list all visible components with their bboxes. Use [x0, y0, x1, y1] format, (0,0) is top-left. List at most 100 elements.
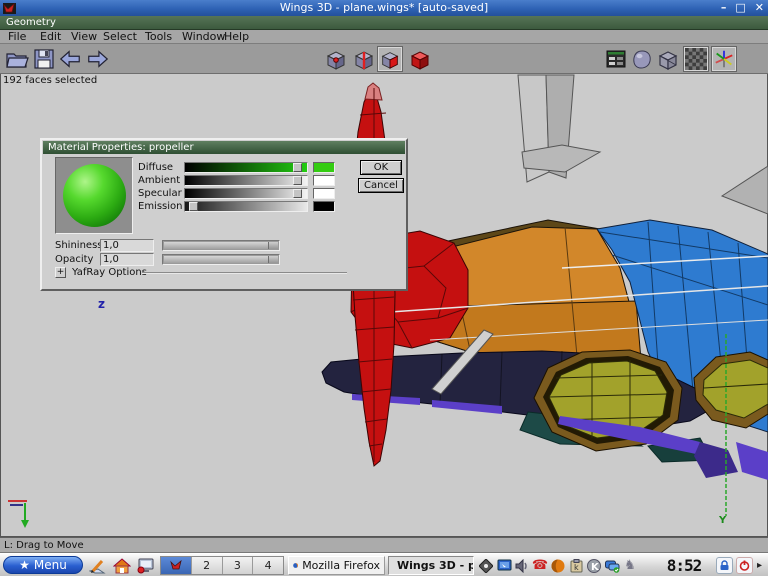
axis-gizmo [8, 501, 29, 528]
close-button[interactable]: ✕ [755, 1, 764, 15]
diffuse-row: Diffuse [138, 161, 335, 173]
open-button[interactable] [5, 47, 29, 71]
screenshot-launcher[interactable] [136, 557, 156, 574]
face-mode-button[interactable] [378, 47, 402, 71]
arrow-right-icon [86, 48, 110, 70]
svg-text:K: K [591, 562, 600, 573]
ambient-row: Ambient [138, 174, 335, 186]
diffuse-swatch[interactable] [313, 162, 335, 173]
emission-slider[interactable] [184, 201, 308, 212]
window-title: Wings 3D - plane.wings* [auto-saved] [0, 0, 768, 16]
workspace-2[interactable]: 2 [192, 557, 223, 574]
ok-button[interactable]: OK [360, 160, 402, 175]
toolbar [0, 44, 768, 74]
disk-icon[interactable] [478, 558, 494, 574]
arrow-left-icon [58, 48, 82, 70]
menu-edit[interactable]: Edit [40, 30, 61, 44]
power-icon [739, 560, 750, 571]
k-icon[interactable]: K [586, 558, 602, 574]
orange-ball-icon[interactable] [550, 558, 566, 574]
workspace-4[interactable]: 4 [253, 557, 283, 574]
smooth-object-icon [630, 47, 654, 71]
body-mode-button[interactable] [408, 47, 432, 71]
taskbar: ★ Menu 2 3 4 Mozilla Firefox Wings 3D - … [0, 553, 768, 576]
task-wings3d[interactable]: Wings 3D - p [388, 556, 474, 575]
vertex-cube-icon [324, 47, 348, 71]
geometry-graph-button[interactable] [604, 47, 628, 71]
phone-icon[interactable]: ☎ [532, 558, 548, 574]
panel-hide-arrow[interactable]: ▸ [757, 560, 762, 571]
z-axis-label: z [98, 297, 105, 311]
material-properties-dialog: Material Properties: propeller Diffuse A… [40, 138, 408, 291]
clipboard-icon[interactable]: k [568, 558, 584, 574]
svg-text:k: k [574, 563, 579, 572]
menu-help[interactable]: Help [224, 30, 249, 44]
divider [142, 272, 347, 274]
axes-icon [713, 47, 735, 71]
logout-button[interactable] [736, 557, 753, 574]
emission-swatch[interactable] [313, 201, 335, 212]
show-grid-button[interactable] [684, 47, 708, 71]
minimize-button[interactable]: – [721, 1, 727, 15]
volume-icon[interactable] [514, 558, 530, 574]
diffuse-slider[interactable] [184, 162, 308, 173]
shininess-field[interactable]: 1,0 [100, 239, 154, 252]
vertex-mode-button[interactable] [324, 47, 348, 71]
wire-cube-icon [656, 47, 680, 71]
menu-file[interactable]: File [8, 30, 26, 44]
workspace-3[interactable]: 3 [223, 557, 254, 574]
lock-icon [719, 560, 730, 571]
taskbar-clock[interactable]: 8:52 [658, 556, 710, 575]
lock-button[interactable] [716, 557, 733, 574]
opacity-row: Opacity 1,0 [55, 253, 280, 266]
ambient-slider[interactable] [184, 175, 308, 186]
home-launcher[interactable] [112, 557, 132, 574]
dialog-titlebar[interactable]: Material Properties: propeller [43, 141, 405, 154]
undo-button[interactable] [58, 47, 82, 71]
status-bar: L: Drag to Move [0, 537, 768, 553]
geometry-window-bar[interactable]: Geometry [0, 16, 768, 30]
folder-icon [5, 47, 29, 71]
specular-slider[interactable] [184, 188, 308, 199]
preview-sphere [63, 164, 126, 227]
helmet-icon[interactable]: ♞ [622, 558, 638, 574]
opacity-field[interactable]: 1,0 [100, 253, 154, 266]
mouse-hint: L: Drag to Move [4, 540, 84, 551]
face-cube-icon [379, 47, 401, 71]
chat-icon[interactable] [604, 558, 620, 574]
window-titlebar[interactable]: Wings 3D - plane.wings* [auto-saved] – □… [0, 0, 768, 16]
body-cube-icon [408, 47, 432, 71]
y-axis-label: Y [718, 515, 727, 526]
menu-tools[interactable]: Tools [145, 30, 172, 44]
maximize-button[interactable]: □ [735, 1, 745, 15]
geometry-window-title: Geometry [6, 17, 56, 28]
opacity-slider[interactable] [162, 254, 280, 265]
kde-menu-button[interactable]: ★ Menu [3, 556, 83, 574]
editor-launcher[interactable] [88, 557, 108, 574]
emission-row: Emission [138, 200, 335, 212]
ambient-swatch[interactable] [313, 175, 335, 186]
show-axes-button[interactable] [712, 47, 736, 71]
task-firefox[interactable]: Mozilla Firefox [288, 556, 385, 575]
display-icon[interactable] [496, 558, 512, 574]
redo-button[interactable] [86, 47, 110, 71]
system-tray: ☎ k K ♞ [478, 557, 638, 574]
workspace-1[interactable] [161, 557, 192, 574]
menu-view[interactable]: View [71, 30, 97, 44]
material-preview [55, 157, 133, 234]
save-button[interactable] [32, 47, 56, 71]
edge-mode-button[interactable] [352, 47, 376, 71]
menu-window[interactable]: Window [182, 30, 225, 44]
menu-select[interactable]: Select [103, 30, 137, 44]
expander-icon[interactable]: + [55, 267, 66, 278]
wing-fragment [722, 166, 768, 214]
shininess-row: Shininess 1,0 [55, 239, 280, 252]
monitor-icon [137, 558, 155, 574]
yafray-options: + YafRay Options [55, 267, 147, 278]
wireframe-button[interactable] [656, 47, 680, 71]
cancel-button[interactable]: Cancel [358, 178, 404, 193]
wings3d-task-icon [170, 560, 182, 571]
specular-swatch[interactable] [313, 188, 335, 199]
shininess-slider[interactable] [162, 240, 280, 251]
smooth-preview-button[interactable] [630, 47, 654, 71]
